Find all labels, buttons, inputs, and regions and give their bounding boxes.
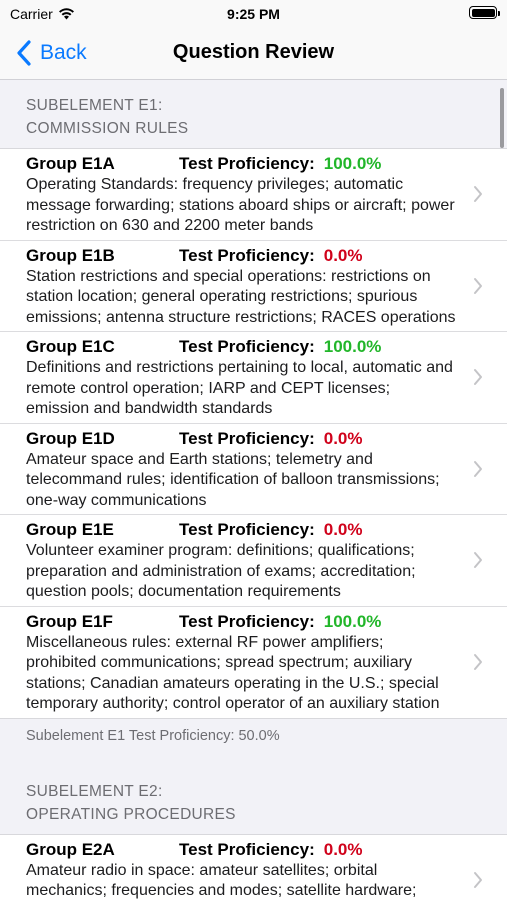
section-title: SUBELEMENT E1: [26,97,163,114]
status-bar: Carrier 9:25 PM [0,0,507,28]
group-description: Operating Standards: frequency privilege… [26,176,455,234]
proficiency-value: 0.0% [323,428,363,448]
navigation-bar: Back Question Review [0,28,507,80]
battery-icon [469,6,500,19]
group-list: Group E2A Test Proficiency: 0.0% Amateur ra… [0,833,507,900]
scroll-indicator[interactable] [500,88,504,148]
page-title: Question Review [172,41,335,63]
chevron-right-icon [474,552,482,569]
proficiency-value: 100.0% [323,611,382,631]
chevron-right-icon [474,871,482,888]
group-row-header: Group E1F Test Proficiency: 100.0% [26,611,457,633]
group-row[interactable]: Group E1B Test Proficiency: 0.0% Station re… [0,241,507,332]
group-description: Definitions and restrictions pertaining … [26,359,453,417]
proficiency-label: Test Proficiency: [179,154,315,173]
group-row[interactable]: Group E1F Test Proficiency: 100.0% Miscella… [0,607,507,718]
proficiency-value: 0.0% [323,839,363,859]
proficiency-label: Test Proficiency: [179,428,315,448]
proficiency-label: Test Proficiency: [179,520,315,539]
group-row[interactable]: Group E1D Test Proficiency: 0.0% Amateur sp… [0,424,507,515]
group-row-header: Group E1D Test Proficiency: 0.0% [26,428,457,450]
group-description: Amateur space and Earth stations; teleme… [26,450,440,509]
clock: 9:25 PM [227,6,280,22]
group-description: Miscellaneous rules: external RF power a… [26,633,440,713]
chevron-right-icon [474,277,482,294]
section-header: SUBELEMENT E2: OPERATING PROCEDURES [0,765,507,834]
chevron-right-icon [474,460,482,477]
group-row[interactable]: Group E2A Test Proficiency: 0.0% Amateur ra… [0,835,507,900]
proficiency-label: Test Proficiency: [179,245,315,265]
subelement-proficiency-label: Subelement E1 Test Proficiency: [26,727,235,744]
proficiency-value: 100.0% [323,337,382,356]
group-row-header: Group E1B Test Proficiency: 0.0% [26,245,457,267]
group-row[interactable]: Group E1E Test Proficiency: 0.0% Volunteer … [0,515,507,607]
section-header: SUBELEMENT E1: COMMISSION RULES [0,80,507,148]
proficiency-label: Test Proficiency: [179,337,315,356]
group-row-header: Group E1A Test Proficiency: 100.0% [26,153,457,175]
group-row[interactable]: Group E1C Test Proficiency: 100.0% Definiti… [0,332,507,424]
group-name: Group E1B [26,245,115,265]
chevron-right-icon [474,654,482,670]
group-name: Group E1C [26,337,115,356]
group-name: Group E1A [26,154,115,173]
question-review-list[interactable]: SUBELEMENT E1: COMMISSION RULES Group E1A T… [0,80,507,900]
chevron-right-icon [474,186,482,203]
group-description: Amateur radio in space: amateur satellit… [26,861,417,900]
section-subtitle: COMMISSION RULES [26,120,189,137]
group-description: Volunteer examiner program: definitions;… [26,542,416,600]
proficiency-value: 100.0% [323,154,382,173]
group-row-header: Group E1E Test Proficiency: 0.0% [26,519,457,541]
section-subtitle: OPERATING PROCEDURES [26,805,236,823]
proficiency-value: 0.0% [323,245,363,265]
subelement-proficiency-value: 50.0% [238,727,280,744]
proficiency-value: 0.0% [323,520,363,539]
group-row-header: Group E2A Test Proficiency: 0.0% [26,839,457,861]
group-name: Group E1F [26,611,113,631]
group-row[interactable]: Group E1A Test Proficiency: 100.0% Operatin… [0,149,507,241]
group-name: Group E1E [26,520,114,539]
group-description: Station restrictions and special operati… [26,267,456,326]
proficiency-label: Test Proficiency: [179,839,315,859]
proficiency-label: Test Proficiency: [179,611,315,631]
section-title: SUBELEMENT E2: [26,782,163,800]
chevron-right-icon [474,369,482,386]
group-name: Group E2A [26,839,115,859]
group-row-header: Group E1C Test Proficiency: 100.0% [26,336,457,358]
group-name: Group E1D [26,428,115,448]
section-footer: Subelement E1 Test Proficiency: 50.0% [0,718,507,766]
group-list: Group E1A Test Proficiency: 100.0% Operatin… [0,148,507,719]
